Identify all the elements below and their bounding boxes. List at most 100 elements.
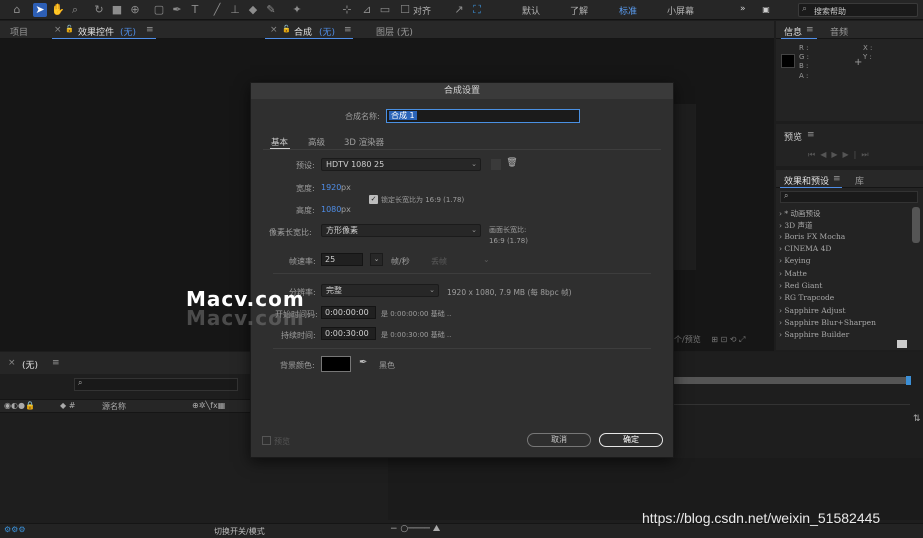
time-navigator-end-handle[interactable] xyxy=(906,376,911,385)
axis-local-icon[interactable]: ⊹ xyxy=(340,3,354,17)
zoom-tool-icon[interactable]: ⌕ xyxy=(68,3,82,17)
list-item[interactable]: › Red Giant xyxy=(779,281,822,290)
tab-basic[interactable]: 基本 xyxy=(271,136,288,148)
brush-tool-icon[interactable]: ╱ xyxy=(210,3,224,17)
axis-world-icon[interactable]: ⊿ xyxy=(360,3,374,17)
toggle-switches-modes[interactable]: 切换开关/模式 xyxy=(214,526,265,537)
selection-tool-icon[interactable]: ➤ xyxy=(33,3,47,17)
timeline-search-input[interactable]: ⌕ xyxy=(74,378,238,391)
bg-color-swatch[interactable] xyxy=(321,356,351,372)
tab-advanced[interactable]: 高级 xyxy=(308,136,325,148)
list-item[interactable]: › 3D 声道 xyxy=(779,220,813,231)
ok-button[interactable]: 确定 xyxy=(599,433,663,447)
av-switches-icon[interactable]: ◉◐●🔒 xyxy=(4,401,35,410)
preset-dropdown[interactable]: HDTV 1080 25 ⌄ xyxy=(321,158,481,171)
list-item[interactable]: › * 动画预设 xyxy=(779,208,821,219)
more-workspaces-button[interactable]: » xyxy=(740,4,746,14)
timeline-scroll-icon[interactable]: ⇅ xyxy=(913,414,921,424)
tab-composition[interactable]: 合成 xyxy=(294,25,312,38)
panel-menu-icon[interactable]: ≡ xyxy=(146,25,154,35)
fps-input[interactable]: 25 xyxy=(321,253,363,266)
comp-footer-icons[interactable]: ⊞ ⊡ ⟲ ⤢ xyxy=(711,335,745,344)
fps-dropdown-icon[interactable]: ⌄ xyxy=(370,253,383,266)
drop-frame-dropdown[interactable]: 丢帧 xyxy=(431,256,447,267)
hand-tool-icon[interactable]: ✋ xyxy=(51,3,65,17)
pen-tool-icon[interactable]: ✒ xyxy=(170,3,184,17)
width-value[interactable]: 1920 xyxy=(321,183,341,192)
align-label[interactable]: 对齐 xyxy=(413,4,431,17)
eraser-tool-icon[interactable]: ◆ xyxy=(246,3,260,17)
eyedropper-icon[interactable]: ✒ xyxy=(359,357,367,368)
time-navigator[interactable] xyxy=(674,377,910,384)
zoom-slider[interactable]: − ○──── ⛰ xyxy=(390,524,440,534)
rectangle-tool-icon[interactable]: ▢ xyxy=(152,3,166,17)
par-dropdown[interactable]: 方形像素 ⌄ xyxy=(321,224,481,237)
delete-preset-icon[interactable]: 🗑 xyxy=(506,158,518,170)
list-item[interactable]: › Sapphire Adjust xyxy=(779,306,845,315)
footer-toggle-icons[interactable]: ⚙⚙⚙ xyxy=(4,525,26,534)
roto-brush-tool-icon[interactable]: ✎ xyxy=(264,3,278,17)
workspace-menu-icon[interactable]: ▣ xyxy=(758,3,774,17)
clone-stamp-tool-icon[interactable]: ⊥ xyxy=(228,3,242,17)
list-item[interactable]: › CINEMA 4D xyxy=(779,244,831,253)
lock-aspect-checkbox[interactable]: ✓ xyxy=(369,195,378,204)
switches-column-icons[interactable]: ⊕✲╲fx▦ xyxy=(192,401,225,410)
timeline-close-icon[interactable]: × xyxy=(8,358,16,368)
list-item[interactable]: › Keying xyxy=(779,256,811,265)
cancel-button[interactable]: 取消 xyxy=(527,433,591,447)
tab-3d-renderer[interactable]: 3D 渲染器 xyxy=(344,136,384,148)
workspace-learn[interactable]: 了解 xyxy=(570,4,588,17)
list-item[interactable]: › Matte xyxy=(779,269,807,278)
tab-effect-controls[interactable]: 效果控件 xyxy=(78,25,114,38)
workspace-small-screen[interactable]: 小屏幕 xyxy=(667,4,694,17)
info-menu-icon[interactable]: ≡ xyxy=(806,25,814,35)
close-icon[interactable]: × xyxy=(54,25,62,35)
search-help-input[interactable]: ⌕ 搜索帮助 xyxy=(798,3,918,17)
tab-info[interactable]: 信息 xyxy=(784,25,802,38)
workspace-default[interactable]: 默认 xyxy=(522,4,540,17)
comp-footer-label[interactable]: 个/预览 xyxy=(674,335,701,344)
snap-checkbox-icon[interactable]: ☐ xyxy=(398,3,412,17)
snap-feather-icon[interactable]: ↗ xyxy=(452,3,466,17)
effects-search-input[interactable]: ⌕ xyxy=(780,191,918,203)
save-preset-icon[interactable] xyxy=(491,159,501,170)
snap-grid-icon[interactable]: ⛶ xyxy=(470,3,484,17)
height-value[interactable]: 1080 xyxy=(321,205,341,214)
timeline-menu-icon[interactable]: ≡ xyxy=(52,358,60,368)
comp-name-input[interactable]: 合成 1 xyxy=(386,109,580,123)
type-tool-icon[interactable]: T xyxy=(188,3,202,17)
pan-behind-tool-icon[interactable]: ⊕ xyxy=(128,3,142,17)
comp-close-icon[interactable]: × xyxy=(270,25,278,35)
duration-input[interactable]: 0:00:30:00 xyxy=(321,327,376,340)
playback-controls[interactable]: ⏮◀▶▶|⏭ xyxy=(808,150,874,160)
tab-project[interactable]: 项目 xyxy=(10,25,28,38)
comp-menu-icon[interactable]: ≡ xyxy=(344,25,352,35)
new-bin-icon[interactable] xyxy=(897,340,907,348)
tab-effects-presets[interactable]: 效果和预设 xyxy=(784,174,829,187)
rotate-tool-icon[interactable]: ↻ xyxy=(92,3,106,17)
effects-menu-icon[interactable]: ≡ xyxy=(833,174,841,184)
list-item[interactable]: › Sapphire Builder xyxy=(779,330,849,339)
label-tag-icon[interactable]: ◆ # xyxy=(60,401,75,410)
tab-layer[interactable]: 图层 (无) xyxy=(376,25,413,38)
puppet-pin-tool-icon[interactable]: ✦ xyxy=(290,3,304,17)
preview-checkbox[interactable] xyxy=(262,436,271,445)
effects-scrollbar[interactable] xyxy=(912,207,920,243)
comp-lock-icon[interactable]: 🔓 xyxy=(282,25,291,33)
resolution-dropdown[interactable]: 完整 ⌄ xyxy=(321,284,439,297)
tab-library[interactable]: 库 xyxy=(855,174,864,187)
workspace-standard[interactable]: 标准 xyxy=(619,4,637,17)
time-ruler[interactable] xyxy=(674,389,910,405)
list-item[interactable]: › RG Trapcode xyxy=(779,293,834,302)
tab-audio[interactable]: 音频 xyxy=(830,25,848,38)
preview-menu-icon[interactable]: ≡ xyxy=(807,130,815,140)
camera-tool-icon[interactable]: ■ xyxy=(110,3,124,17)
source-name-column[interactable]: 源名称 xyxy=(102,401,126,412)
list-item[interactable]: › Boris FX Mocha xyxy=(779,232,845,241)
axis-view-icon[interactable]: ▭ xyxy=(378,3,392,17)
lock-icon[interactable]: 🔓 xyxy=(65,25,74,33)
home-icon[interactable]: ⌂ xyxy=(10,3,24,17)
tab-timeline[interactable]: (无) xyxy=(22,358,38,371)
start-timecode-input[interactable]: 0:00:00:00 xyxy=(321,306,376,319)
list-item[interactable]: › Sapphire Blur+Sharpen xyxy=(779,318,876,327)
